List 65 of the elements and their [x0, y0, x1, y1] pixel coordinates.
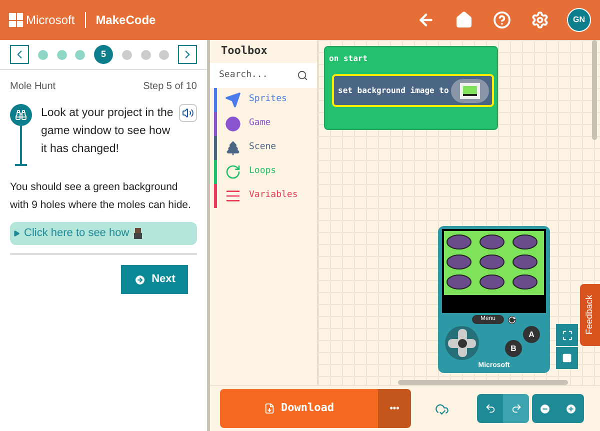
zoom-out-button[interactable]: [532, 394, 558, 423]
minus-icon: [539, 402, 551, 414]
toolbox-title: Toolbox: [220, 43, 268, 60]
a-button[interactable]: A: [523, 326, 540, 343]
category-label: Loops: [249, 165, 276, 178]
file-download-icon: [264, 403, 275, 414]
more-button[interactable]: •••: [378, 389, 411, 428]
help-icon[interactable]: [493, 11, 511, 29]
callout-text: Look at your project in the game window to see how it has changed!: [41, 106, 174, 157]
user-avatar[interactable]: GN: [567, 8, 591, 32]
redo-icon: [510, 403, 522, 414]
home-icon[interactable]: [455, 11, 473, 29]
fullscreen-icon: [562, 330, 572, 340]
settings-icon[interactable]: [531, 11, 549, 29]
block-label: set background image to: [338, 84, 449, 96]
category-label: Game: [249, 117, 271, 130]
brand-name[interactable]: Microsoft: [26, 11, 75, 29]
cloud-saved-icon: [435, 402, 449, 416]
fullscreen-button[interactable]: [556, 324, 578, 346]
binoculars-icon: [10, 104, 32, 126]
image-thumbnail-icon[interactable]: [451, 78, 489, 102]
windows-logo-icon: [9, 13, 23, 27]
arrow-right-icon: [134, 274, 146, 286]
category-label: Variables: [249, 189, 298, 202]
previous-step-button[interactable]: [10, 45, 29, 64]
block-label: on start: [329, 53, 369, 65]
instruction-text: You should see a green background with 9 holes where the moles can hide.: [9, 180, 192, 213]
restart-icon[interactable]: [508, 316, 516, 324]
undo-button[interactable]: [477, 394, 503, 423]
vertical-scrollbar[interactable]: [592, 40, 597, 140]
toolbox-category[interactable]: Game: [210, 112, 317, 136]
on-start-block[interactable]: on start set background image to: [324, 46, 498, 130]
b-button[interactable]: B: [505, 340, 522, 357]
circle-icon: [225, 116, 241, 132]
toolbox-category[interactable]: Variables: [210, 184, 317, 208]
horizontal-scrollbar[interactable]: [398, 380, 568, 385]
square-icon: [562, 353, 572, 363]
loop-icon: [225, 164, 241, 180]
category-label: Sprites: [249, 93, 287, 106]
read-aloud-icon[interactable]: [179, 104, 197, 122]
category-label: Scene: [249, 141, 276, 154]
plus-icon: [565, 402, 577, 414]
tree-icon: [225, 140, 241, 156]
lines-icon: [225, 188, 241, 204]
zoom-in-button[interactable]: [558, 394, 584, 423]
undo-icon: [484, 403, 496, 414]
set-background-block[interactable]: set background image to: [332, 74, 494, 107]
toolbox-category[interactable]: Sprites: [210, 88, 317, 112]
triangle-icon: [13, 230, 20, 237]
back-icon[interactable]: [417, 11, 435, 29]
stop-button[interactable]: [556, 347, 578, 369]
next-button[interactable]: Next: [121, 265, 188, 294]
next-step-button[interactable]: [178, 45, 197, 64]
tutorial-title: Mole Hunt: [10, 80, 56, 94]
product-name[interactable]: MakeCode: [96, 11, 156, 29]
download-button[interactable]: Download: [220, 389, 378, 428]
search-field[interactable]: Search...: [210, 63, 317, 88]
step-counter-text: Step 5 of 10: [143, 80, 197, 94]
feedback-tab[interactable]: Feedback: [580, 284, 600, 346]
dpad-icon[interactable]: [445, 326, 479, 360]
toolbox-category[interactable]: Scene: [210, 136, 317, 160]
search-icon: [297, 70, 308, 81]
paper-plane-icon: [225, 92, 241, 108]
search-input[interactable]: Search...: [219, 68, 297, 82]
hint-toggle[interactable]: Click here to see how: [10, 222, 197, 245]
